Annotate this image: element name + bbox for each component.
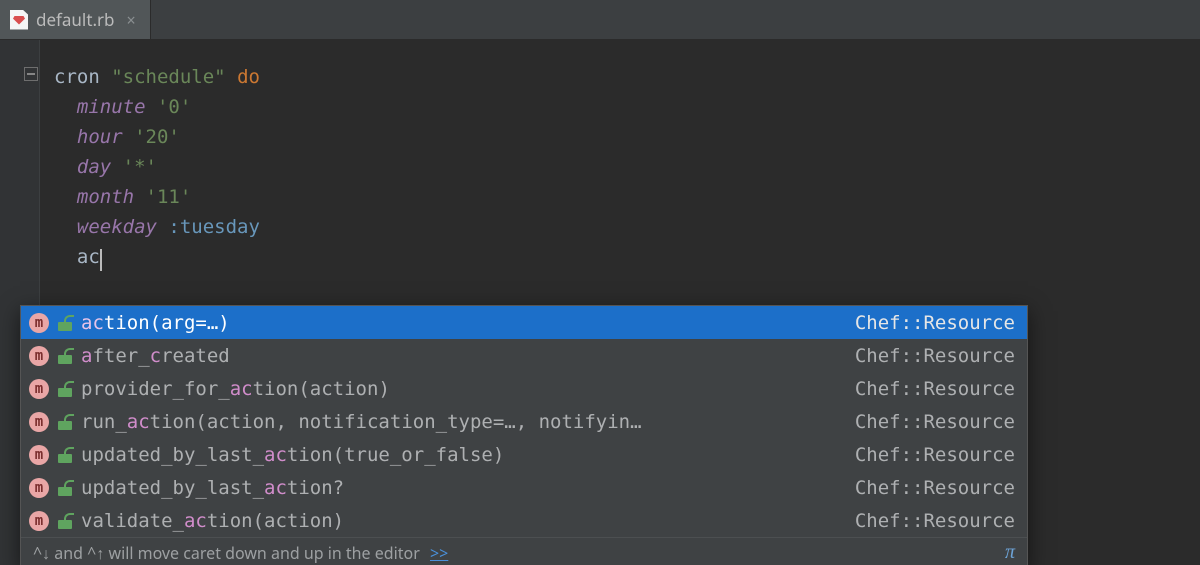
completion-item-origin: Chef::Resource <box>855 378 1015 400</box>
completion-item-origin: Chef::Resource <box>855 477 1015 499</box>
code-line: minute '0' <box>40 92 1200 122</box>
completion-hint-link[interactable]: >> <box>430 542 448 564</box>
code-line: cron "schedule" do <box>40 62 1200 92</box>
pi-icon[interactable]: π <box>1005 541 1015 564</box>
completion-item[interactable]: m action(arg=…) Chef::Resource <box>21 306 1027 339</box>
method-badge-icon: m <box>29 478 49 498</box>
completion-item[interactable]: m validate_action(action) Chef::Resource <box>21 504 1027 537</box>
tab-bar: default.rb × <box>0 0 1200 40</box>
completion-item[interactable]: m after_created Chef::Resource <box>21 339 1027 372</box>
completion-item[interactable]: m run_action(action, notification_type=…,… <box>21 405 1027 438</box>
code-line-current: ac <box>40 242 1200 272</box>
fold-icon[interactable] <box>24 67 38 81</box>
completion-item-name: after_created <box>81 345 846 367</box>
method-badge-icon: m <box>29 445 49 465</box>
visibility-icon <box>58 513 72 529</box>
method-badge-icon: m <box>29 412 49 432</box>
completion-hint-bar: ^↓ and ^↑ will move caret down and up in… <box>21 537 1027 565</box>
ruby-file-icon <box>10 10 28 30</box>
completion-item[interactable]: m updated_by_last_action(true_or_false) Ch… <box>21 438 1027 471</box>
completion-item-origin: Chef::Resource <box>855 444 1015 466</box>
visibility-icon <box>58 447 72 463</box>
completion-item[interactable]: m updated_by_last_action? Chef::Resource <box>21 471 1027 504</box>
completion-popup: maction(arg=…)Chef::Resourcemafter_creat… <box>20 305 1028 565</box>
code-line: weekday :tuesday <box>40 212 1200 242</box>
completion-item-name: run_action(action, notification_type=…, … <box>81 411 846 433</box>
completion-item-name: validate_action(action) <box>81 510 846 532</box>
method-badge-icon: m <box>29 511 49 531</box>
completion-item-origin: Chef::Resource <box>855 345 1015 367</box>
completion-hint-text: ^↓ and ^↑ will move caret down and up in… <box>33 542 420 564</box>
visibility-icon <box>58 480 72 496</box>
code-line: month '11' <box>40 182 1200 212</box>
code-line: hour '20' <box>40 122 1200 152</box>
completion-item-name: updated_by_last_action(true_or_false) <box>81 444 846 466</box>
completion-item[interactable]: m provider_for_action(action) Chef::Resour… <box>21 372 1027 405</box>
text-caret <box>100 246 102 268</box>
completion-item-origin: Chef::Resource <box>855 411 1015 433</box>
completion-item-origin: Chef::Resource <box>855 510 1015 532</box>
completion-item-name: action(arg=…) <box>81 312 846 334</box>
visibility-icon <box>58 315 72 331</box>
visibility-icon <box>58 381 72 397</box>
completion-item-origin: Chef::Resource <box>855 312 1015 334</box>
file-tab[interactable]: default.rb × <box>0 0 151 39</box>
code-line: day '*' <box>40 152 1200 182</box>
close-icon[interactable]: × <box>123 9 136 31</box>
completion-item-name: provider_for_action(action) <box>81 378 846 400</box>
method-badge-icon: m <box>29 313 49 333</box>
code-editor[interactable]: cron "schedule" do minute '0' hour '20' … <box>0 40 1200 565</box>
visibility-icon <box>58 348 72 364</box>
tab-filename: default.rb <box>36 8 115 31</box>
completion-item-name: updated_by_last_action? <box>81 477 846 499</box>
visibility-icon <box>58 414 72 430</box>
method-badge-icon: m <box>29 346 49 366</box>
method-badge-icon: m <box>29 379 49 399</box>
